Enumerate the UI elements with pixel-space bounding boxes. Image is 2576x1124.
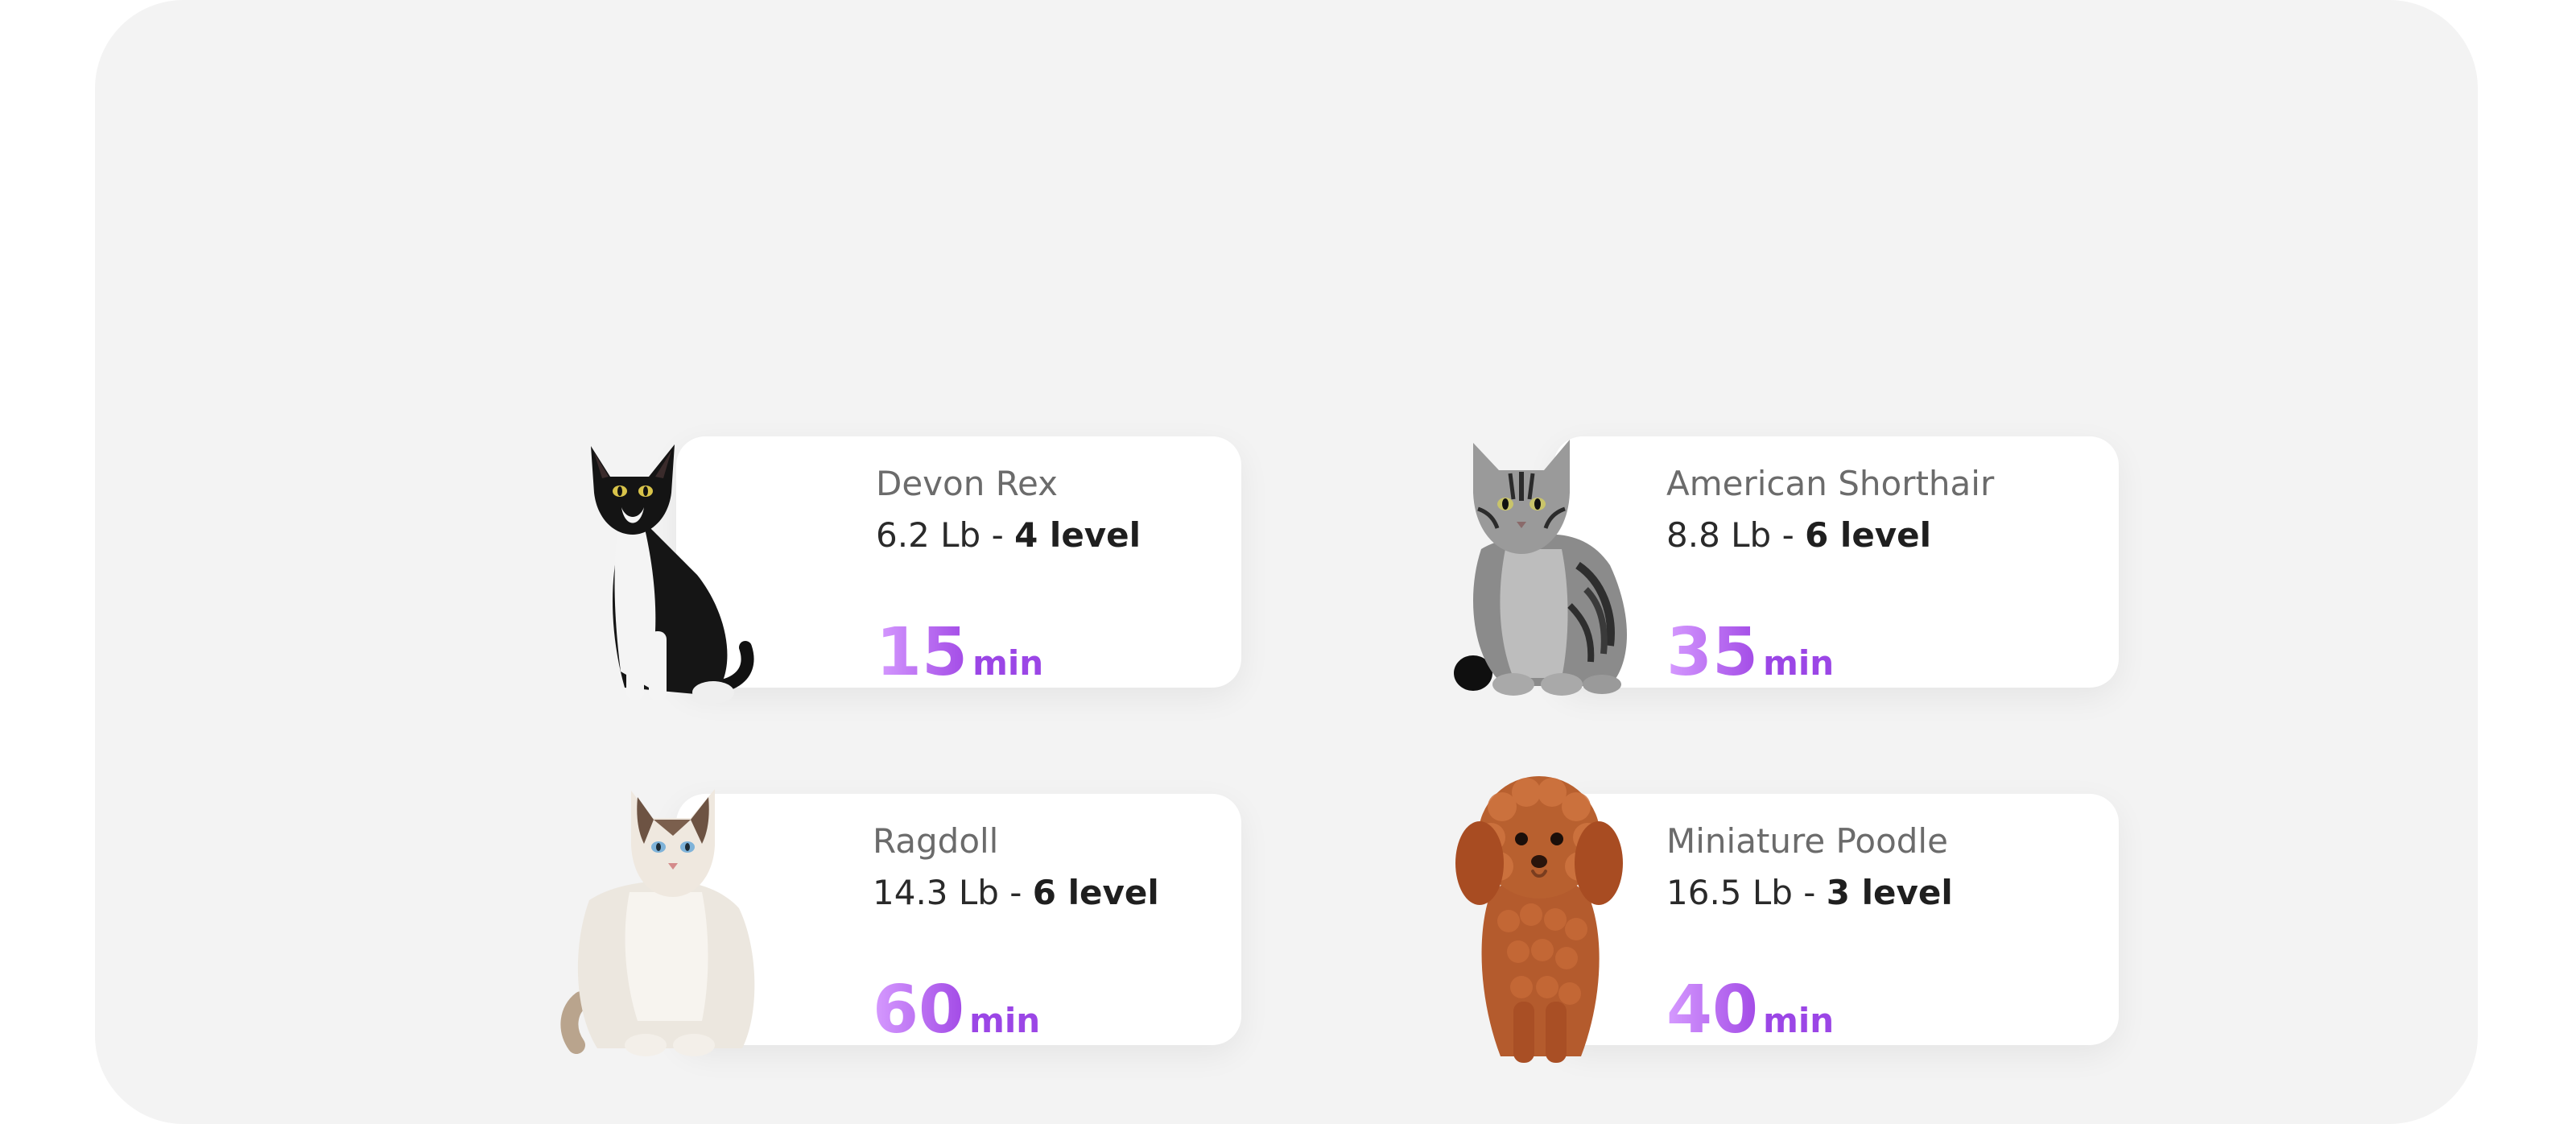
pets-panel: Devon Rex 6.2 Lb - 4 level 15 min Americ… bbox=[95, 0, 2478, 1124]
duration-value: 15 bbox=[876, 614, 968, 691]
duration-unit: min bbox=[969, 1001, 1041, 1040]
miniature-poodle-photo bbox=[1455, 776, 1623, 1063]
pet-weight: 16.5 Lb bbox=[1666, 873, 1793, 912]
pet-level: 3 level bbox=[1826, 873, 1953, 912]
duration-value: 40 bbox=[1666, 972, 1759, 1048]
pet-info: Ragdoll 14.3 Lb - 6 level 60 min bbox=[873, 821, 1159, 1043]
pet-meta: 14.3 Lb - 6 level bbox=[873, 876, 1159, 910]
pet-duration: 35 min bbox=[1666, 620, 1834, 686]
pet-duration: 60 min bbox=[873, 977, 1040, 1043]
pet-card-miniature-poodle[interactable]: Miniature Poodle 16.5 Lb - 3 level 40 mi… bbox=[1554, 794, 2119, 1045]
pet-meta: 8.8 Lb - 6 level bbox=[1666, 519, 1994, 552]
duration-value: 35 bbox=[1666, 614, 1759, 691]
pet-meta: 16.5 Lb - 3 level bbox=[1666, 876, 1953, 910]
duration-unit: min bbox=[1763, 1001, 1835, 1040]
pet-separator: - bbox=[980, 515, 1015, 555]
pet-info: Miniature Poodle 16.5 Lb - 3 level 40 mi… bbox=[1666, 821, 1953, 1043]
pet-separator: - bbox=[1771, 515, 1806, 555]
pet-separator: - bbox=[998, 873, 1033, 912]
duration-unit: min bbox=[972, 643, 1044, 683]
pet-name: Miniature Poodle bbox=[1666, 821, 1948, 861]
pet-level: 6 level bbox=[1805, 515, 1932, 555]
pet-weight: 14.3 Lb bbox=[873, 873, 999, 912]
pet-duration: 40 min bbox=[1666, 977, 1834, 1043]
pet-level: 4 level bbox=[1014, 515, 1141, 555]
devon-rex-photo bbox=[591, 444, 754, 704]
pet-info: Devon Rex 6.2 Lb - 4 level 15 min bbox=[876, 464, 1141, 686]
pet-name: Ragdoll bbox=[873, 821, 999, 861]
pet-name: American Shorthair bbox=[1666, 464, 1995, 503]
pet-duration: 15 min bbox=[876, 620, 1043, 686]
pet-meta: 6.2 Lb - 4 level bbox=[876, 519, 1141, 552]
pet-weight: 6.2 Lb bbox=[876, 515, 981, 555]
pet-weight: 8.8 Lb bbox=[1666, 515, 1772, 555]
pet-name: Devon Rex bbox=[876, 464, 1058, 503]
ragdoll-photo bbox=[560, 789, 755, 1056]
duration-unit: min bbox=[1763, 643, 1835, 683]
pet-info: American Shorthair 8.8 Lb - 6 level 35 m… bbox=[1666, 464, 1995, 686]
american-shorthair-photo bbox=[1454, 440, 1627, 696]
pet-level: 6 level bbox=[1032, 873, 1159, 912]
pet-separator: - bbox=[1792, 873, 1827, 912]
duration-value: 60 bbox=[873, 972, 965, 1048]
